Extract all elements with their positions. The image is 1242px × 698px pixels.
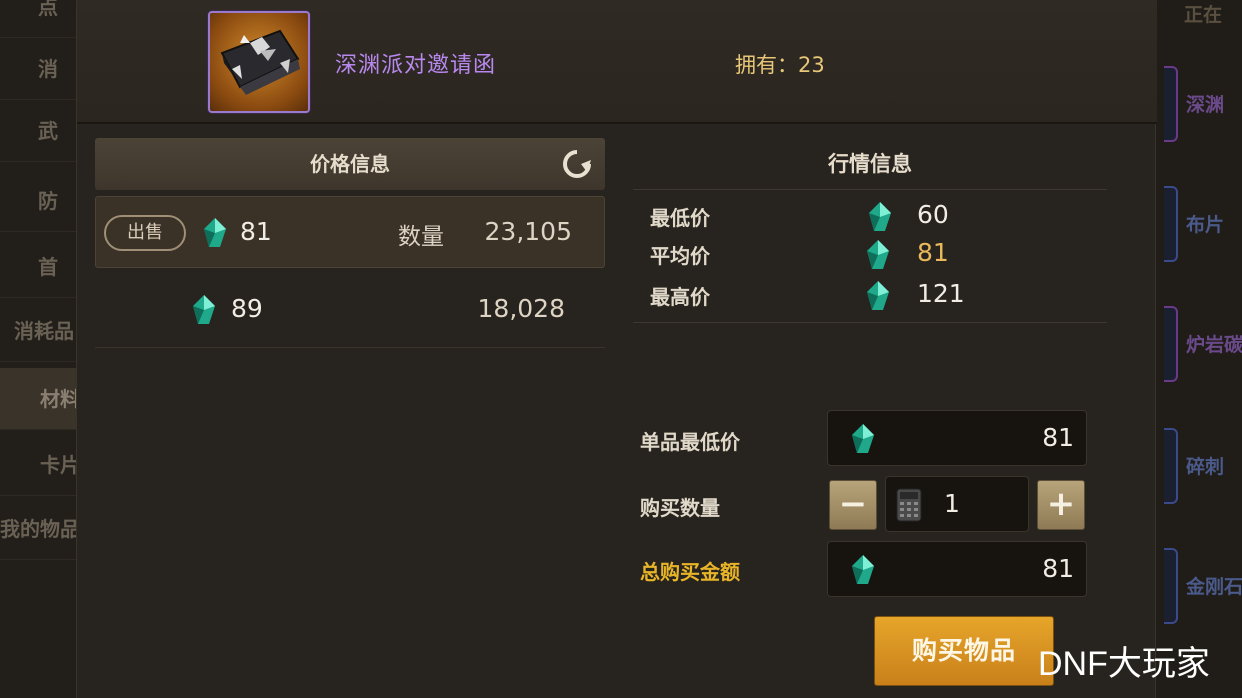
gem-icon xyxy=(867,240,889,269)
market-row-max: 最高价 121 xyxy=(633,277,1103,315)
refresh-icon[interactable] xyxy=(561,148,593,180)
bg-item-label: 碎刺 xyxy=(1186,456,1225,478)
gem-icon xyxy=(869,202,891,231)
item-header: 深渊派对邀请函 拥有：23 xyxy=(77,0,1157,124)
bg-tab: 消耗品 xyxy=(0,300,80,362)
bg-tab: 材料 xyxy=(0,368,80,430)
bg-list-item: 布片 xyxy=(1164,176,1242,272)
calculator-icon[interactable] xyxy=(896,488,922,522)
unit-min-price-value: 81 xyxy=(1042,423,1074,452)
total-amount-field: 81 xyxy=(827,541,1087,597)
price-info-panel: 价格信息 出售 81 数量 23,105 89 18,028 xyxy=(93,138,607,698)
background-item-list: 正在 深渊 布片 炉岩碳 碎刺 金刚石 xyxy=(1156,0,1242,698)
bg-item-icon xyxy=(1164,66,1178,142)
price-info-title: 价格信息 xyxy=(310,152,390,176)
bg-tab: 消 xyxy=(0,38,80,100)
owned-value: 23 xyxy=(798,53,825,77)
bg-list-item: 金刚石 xyxy=(1164,538,1242,634)
price-row[interactable]: 89 18,028 xyxy=(95,274,605,348)
divider xyxy=(633,322,1107,323)
buy-quantity-label: 购买数量 xyxy=(640,496,720,520)
gem-icon xyxy=(852,555,874,584)
bg-tab: 防 xyxy=(0,170,80,232)
price-row[interactable]: 出售 81 数量 23,105 xyxy=(95,196,605,268)
bg-item-label: 布片 xyxy=(1186,214,1225,236)
decrease-quantity-button[interactable]: − xyxy=(829,480,877,530)
market-row-min: 最低价 60 xyxy=(633,198,1103,236)
quantity-value: 1 xyxy=(944,489,960,518)
gem-icon xyxy=(867,281,889,310)
price-info-header: 价格信息 xyxy=(95,138,605,190)
total-amount-value: 81 xyxy=(1042,554,1074,583)
bg-tab: 武 xyxy=(0,100,80,162)
owned-count: 拥有：23 xyxy=(735,49,825,79)
purchase-dialog: 深渊派对邀请函 拥有：23 价格信息 出售 81 数量 23,105 89 18… xyxy=(76,0,1157,698)
total-amount-label: 总购买金额 xyxy=(640,560,740,584)
quantity-input[interactable]: 1 xyxy=(885,476,1029,532)
bg-item-icon xyxy=(1164,306,1178,382)
bg-item-icon xyxy=(1164,428,1178,504)
market-value: 60 xyxy=(917,200,949,229)
buy-item-button[interactable]: 购买物品 xyxy=(874,616,1054,686)
price-value: 81 xyxy=(240,217,272,246)
bg-tab: 首 xyxy=(0,236,80,298)
quantity-value: 23,105 xyxy=(484,217,572,246)
bg-right-top-text: 正在 xyxy=(1184,4,1223,26)
abyss-party-invitation-icon[interactable] xyxy=(208,11,310,113)
market-info-panel: 行情信息 最低价 60 平均价 81 最高价 121 单品最低价 81 购买数量… xyxy=(633,138,1113,698)
bg-item-icon xyxy=(1164,548,1178,624)
bg-item-label: 炉岩碳 xyxy=(1186,334,1242,356)
bg-item-icon xyxy=(1164,186,1178,262)
price-value: 89 xyxy=(231,294,263,323)
market-value: 81 xyxy=(917,238,949,267)
watermark: DNF大玩家 xyxy=(1038,645,1210,683)
gem-icon xyxy=(204,218,226,247)
bg-item-label: 金刚石 xyxy=(1186,576,1242,598)
gem-icon xyxy=(193,295,215,324)
market-info-title: 行情信息 xyxy=(633,138,1107,190)
market-label: 平均价 xyxy=(650,244,710,268)
bg-list-item: 碎刺 xyxy=(1164,418,1242,514)
background-category-list: 点 消 武 防 首 消耗品 材料 卡片 我的物品 xyxy=(0,0,80,698)
item-name: 深渊派对邀请函 xyxy=(335,53,497,78)
quantity-value: 18,028 xyxy=(477,294,565,323)
market-label: 最高价 xyxy=(650,285,710,309)
bg-list-item: 炉岩碳 xyxy=(1164,296,1242,392)
bg-tab: 点 xyxy=(0,0,80,38)
unit-min-price-label: 单品最低价 xyxy=(640,430,740,454)
market-label: 最低价 xyxy=(650,206,710,230)
market-value: 121 xyxy=(917,279,965,308)
market-row-avg: 平均价 81 xyxy=(633,236,1103,274)
bg-tab: 卡片 xyxy=(0,434,80,496)
bg-tab: 我的物品 xyxy=(0,498,80,560)
sell-button[interactable]: 出售 xyxy=(104,215,186,251)
unit-min-price-field: 81 xyxy=(827,410,1087,466)
bg-list-item: 深渊 xyxy=(1164,56,1242,152)
increase-quantity-button[interactable]: + xyxy=(1037,480,1085,530)
owned-label: 拥有： xyxy=(735,53,798,77)
gem-icon xyxy=(852,424,874,453)
bg-item-label: 深渊 xyxy=(1186,94,1225,116)
